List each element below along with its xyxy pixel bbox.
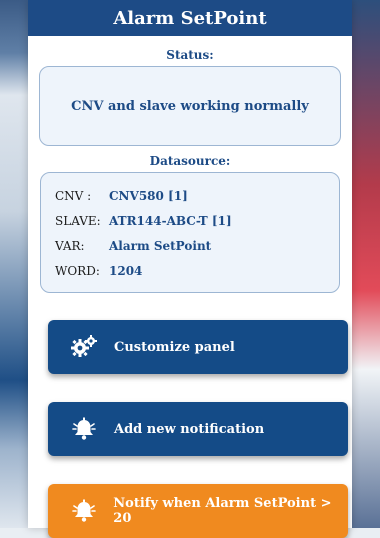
gears-icon: [70, 333, 98, 361]
datasource-box: CNV : CNV580 [1] SLAVE: ATR144-ABC-T [1]…: [40, 172, 340, 293]
datasource-value: 1204: [109, 263, 143, 278]
customize-panel-button[interactable]: Customize panel: [48, 320, 348, 374]
status-box: CNV and slave working normally: [39, 66, 341, 146]
status-label: Status:: [166, 48, 214, 62]
datasource-row-var: VAR: Alarm SetPoint: [55, 233, 339, 258]
datasource-key: WORD:: [55, 263, 100, 278]
datasource-label: Datasource:: [149, 154, 231, 168]
notify-rule-label: Notify when Alarm SetPoint > 20: [113, 496, 332, 526]
background-right: [352, 0, 380, 528]
background-left: [0, 0, 28, 528]
datasource-key: VAR:: [55, 238, 85, 253]
datasource-value: ATR144-ABC-T [1]: [109, 213, 232, 228]
add-notification-label: Add new notification: [114, 421, 265, 437]
notify-rule-button[interactable]: Notify when Alarm SetPoint > 20: [48, 484, 348, 538]
bell-icon: [70, 415, 98, 443]
datasource-key: SLAVE:: [55, 213, 101, 228]
datasource-value: CNV580 [1]: [109, 188, 188, 203]
bell-icon: [70, 497, 97, 525]
datasource-row-cnv: CNV : CNV580 [1]: [55, 183, 339, 208]
datasource-row-slave: SLAVE: ATR144-ABC-T [1]: [55, 208, 339, 233]
panel-title: Alarm SetPoint: [28, 0, 352, 36]
alarm-setpoint-panel: Alarm SetPoint Status: CNV and slave wor…: [28, 0, 352, 538]
customize-panel-label: Customize panel: [114, 339, 235, 355]
datasource-row-word: WORD: 1204: [55, 258, 339, 283]
status-message: CNV and slave working normally: [71, 98, 309, 114]
add-notification-button[interactable]: Add new notification: [48, 402, 348, 456]
datasource-value: Alarm SetPoint: [109, 238, 212, 253]
datasource-key: CNV :: [55, 188, 92, 203]
